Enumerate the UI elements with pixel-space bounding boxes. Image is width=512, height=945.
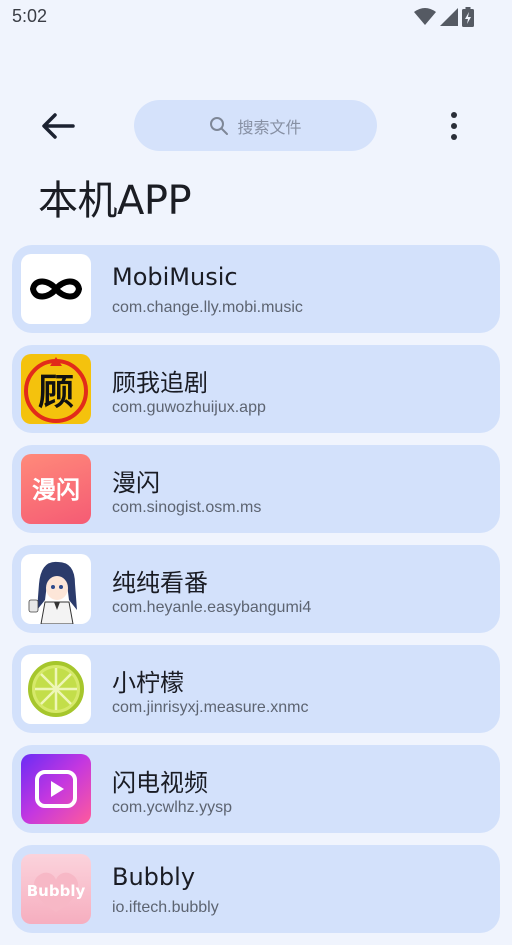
back-button[interactable]	[38, 108, 78, 144]
app-package: com.heyanle.easybangumi4	[112, 599, 312, 616]
app-list-item[interactable]: 漫闪 漫闪 com.sinogist.osm.ms	[12, 445, 500, 533]
app-list-item[interactable]: Bubbly Bubbly io.iftech.bubbly	[12, 845, 500, 933]
app-name: 漫闪	[112, 469, 160, 497]
app-name: 纯纯看番	[112, 569, 208, 597]
app-package: com.sinogist.osm.ms	[112, 499, 262, 516]
infinity-icon	[21, 254, 91, 324]
manshan-icon: 漫闪	[21, 454, 91, 524]
search-placeholder: 搜索文件	[237, 117, 302, 137]
anime-girl-icon	[21, 554, 91, 624]
search-icon	[210, 116, 229, 135]
app-list-item[interactable]: 纯纯看番 com.heyanle.easybangumi4	[12, 545, 500, 633]
app-name: 闪电视频	[112, 769, 208, 797]
bubbly-icon: Bubbly	[21, 854, 91, 924]
status-icons	[414, 7, 474, 27]
signal-icon	[440, 8, 458, 26]
app-package: io.iftech.bubbly	[112, 899, 219, 916]
battery-icon	[462, 7, 474, 27]
more-options-button[interactable]	[438, 106, 470, 146]
app-name: 顾我追剧	[112, 369, 208, 397]
manshan-icon-text: 漫闪	[32, 476, 80, 504]
app-list-item[interactable]: 小柠檬 com.jinrisyxj.measure.xnmc	[12, 645, 500, 733]
app-package: com.change.lly.mobi.music	[112, 299, 303, 316]
app-list-item[interactable]: 顾 顾我追剧 com.guwozhuijux.app	[12, 345, 500, 433]
bubbly-icon-text: Bubbly	[27, 882, 86, 900]
app-name: 小柠檬	[112, 669, 184, 697]
lemon-icon	[21, 654, 91, 724]
app-list-item[interactable]: MobiMusic com.change.lly.mobi.music	[12, 245, 500, 333]
more-vert-icon	[451, 112, 457, 140]
app-list: MobiMusic com.change.lly.mobi.music 顾 顾我…	[12, 245, 500, 945]
app-name: Bubbly	[112, 863, 196, 891]
app-package: com.ycwlhz.yysp	[112, 799, 233, 816]
guwo-icon-text: 顾	[38, 372, 74, 413]
arrow-left-icon	[42, 113, 75, 139]
status-bar: 5:02	[0, 0, 512, 36]
app-name: MobiMusic	[112, 263, 238, 291]
page-title: 本机APP	[38, 178, 192, 224]
app-package: com.guwozhuijux.app	[112, 399, 266, 416]
search-input[interactable]: 搜索文件	[134, 100, 377, 151]
guwo-icon: 顾	[21, 354, 91, 424]
play-icon	[21, 754, 91, 824]
app-package: com.jinrisyxj.measure.xnmc	[112, 699, 309, 716]
status-time: 5:02	[12, 6, 48, 26]
app-list-item[interactable]: 闪电视频 com.ycwlhz.yysp	[12, 745, 500, 833]
wifi-icon	[414, 8, 436, 25]
